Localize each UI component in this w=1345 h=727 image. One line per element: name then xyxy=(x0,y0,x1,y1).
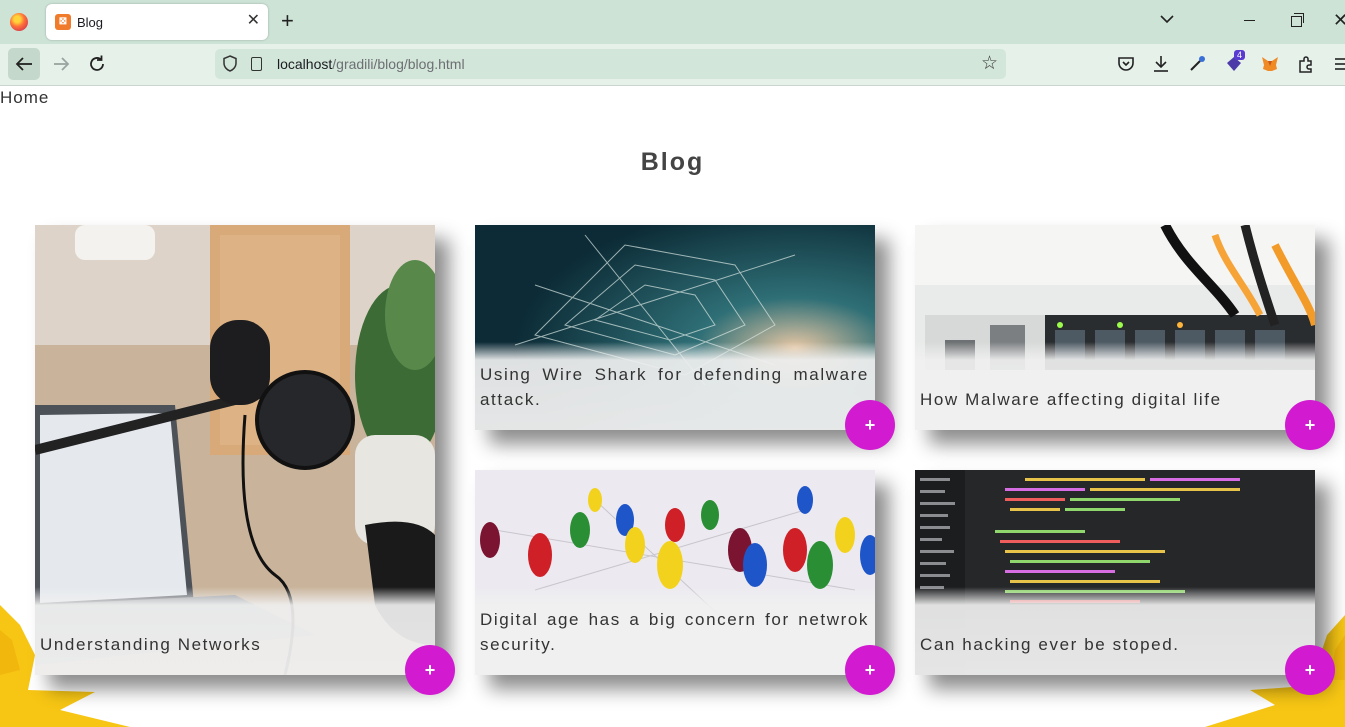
blog-card-digital-age[interactable]: Digital age has a big concern for netwro… xyxy=(475,470,895,695)
blog-card-networks[interactable]: Understanding Networks + xyxy=(35,225,455,695)
chevron-down-icon[interactable] xyxy=(1158,10,1176,28)
nav-home-link[interactable]: Home xyxy=(0,88,49,108)
metamask-fox-icon[interactable] xyxy=(1260,54,1280,74)
blog-card-malware[interactable]: How Malware affecting digital life + xyxy=(915,225,1335,450)
address-bar[interactable]: localhost/gradili/blog/blog.html ☆ xyxy=(215,49,1006,79)
card-expand-button[interactable]: + xyxy=(1285,645,1335,695)
menu-icon[interactable] xyxy=(1333,54,1345,74)
extensions-puzzle-icon[interactable] xyxy=(1296,54,1316,74)
extension-badge-count: 4 xyxy=(1234,50,1246,60)
card-caption: Can hacking ever be stoped. xyxy=(920,635,1180,654)
page-info-icon[interactable] xyxy=(251,57,262,71)
tab-strip: ⊠ Blog ✕ + ✕ xyxy=(0,0,1345,44)
bookmark-star-icon[interactable]: ☆ xyxy=(981,53,998,74)
card-expand-button[interactable]: + xyxy=(1285,400,1335,450)
card-caption-overlay xyxy=(915,587,1315,675)
reload-icon[interactable] xyxy=(86,53,108,75)
new-tab-icon[interactable]: + xyxy=(281,9,294,33)
card-caption: Using Wire Shark for defending malware a… xyxy=(480,365,869,409)
forward-icon[interactable] xyxy=(50,53,72,75)
url-text[interactable]: localhost/gradili/blog/blog.html xyxy=(277,56,465,72)
blog-card-wireshark[interactable]: Using Wire Shark for defending malware a… xyxy=(475,225,895,450)
back-button[interactable] xyxy=(8,48,40,80)
card-caption: How Malware affecting digital life xyxy=(920,390,1222,409)
browser-tab[interactable]: ⊠ Blog ✕ xyxy=(46,4,268,40)
tab-close-icon[interactable]: ✕ xyxy=(247,12,260,30)
card-expand-button[interactable]: + xyxy=(405,645,455,695)
card-caption: Digital age has a big concern for netwro… xyxy=(480,610,869,654)
tab-title: Blog xyxy=(77,15,104,30)
xampp-favicon-icon: ⊠ xyxy=(55,14,71,30)
firefox-icon[interactable] xyxy=(10,13,28,31)
card-caption-overlay xyxy=(915,342,1315,430)
card-caption-overlay xyxy=(35,587,435,675)
card-caption: Understanding Networks xyxy=(40,635,262,654)
card-expand-button[interactable]: + xyxy=(845,645,895,695)
card-expand-button[interactable]: + xyxy=(845,400,895,450)
arrow-left-icon xyxy=(15,57,32,71)
extension-badge-icon[interactable]: 4 xyxy=(1224,50,1246,74)
blog-card-hacking[interactable]: Can hacking ever be stoped. + xyxy=(915,470,1335,695)
window-restore-icon[interactable] xyxy=(1291,13,1304,27)
window-minimize-icon[interactable] xyxy=(1244,20,1255,21)
page-title: Blog xyxy=(640,148,705,176)
window-close-icon[interactable]: ✕ xyxy=(1333,10,1345,30)
eyedropper-icon[interactable] xyxy=(1187,54,1207,74)
shield-icon[interactable] xyxy=(223,55,237,72)
download-icon[interactable] xyxy=(1151,54,1171,74)
navigation-toolbar: localhost/gradili/blog/blog.html ☆ 4 xyxy=(0,44,1345,86)
pocket-icon[interactable] xyxy=(1116,54,1136,74)
